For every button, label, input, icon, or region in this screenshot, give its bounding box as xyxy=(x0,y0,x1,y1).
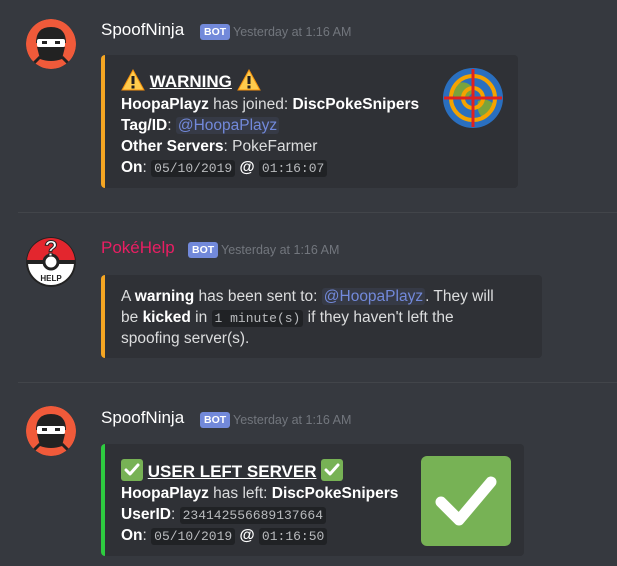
message-divider xyxy=(18,382,617,383)
text-spoofing-servers: spoofing server(s). xyxy=(121,330,250,347)
text-if-not-left: if they haven't left the xyxy=(307,309,454,326)
crosshair-thumbnail[interactable] xyxy=(442,67,504,129)
svg-text:HELP: HELP xyxy=(40,274,62,283)
bot-tag: BOT xyxy=(200,24,231,40)
timestamp: Yesterday at 1:16 AM xyxy=(233,25,352,39)
warning-icon xyxy=(236,68,261,96)
avatar[interactable]: ? HELP xyxy=(26,237,76,287)
time-code: 01:16:07 xyxy=(258,160,328,177)
embed-title-text: USER LEFT SERVER xyxy=(147,462,317,481)
tag-label: Tag/ID xyxy=(121,117,168,134)
warning-icon xyxy=(121,68,145,96)
embed-accent-bar xyxy=(101,55,105,188)
bot-tag: BOT xyxy=(200,412,231,428)
server-name: DiscPokeSnipers xyxy=(271,485,399,502)
check-mark-icon xyxy=(321,459,344,481)
timestamp: Yesterday at 1:16 AM xyxy=(221,243,340,257)
embed-title-text: WARNING xyxy=(149,72,232,91)
timestamp: Yesterday at 1:16 AM xyxy=(233,413,352,427)
embed-line-1: A warning has been sent to: @HoopaPlayz.… xyxy=(121,287,494,307)
check-mark-icon xyxy=(121,459,143,481)
text-warning: warning xyxy=(134,288,195,305)
userid-code: 234142556689137664 xyxy=(179,507,327,524)
embed-line-3: spoofing server(s). xyxy=(121,329,249,349)
userid-label: UserID xyxy=(121,506,171,523)
text-be: be xyxy=(121,309,139,326)
svg-text:?: ? xyxy=(44,237,57,261)
at-sign: @ xyxy=(239,527,255,544)
other-servers-line: Other Servers: PokeFarmer xyxy=(121,138,318,155)
server-name: DiscPokeSnipers xyxy=(292,96,420,113)
on-line: On: 05/10/2019 @ 01:16:50 xyxy=(121,526,328,547)
on-line: On: 05/10/2019 @ 01:16:07 xyxy=(121,158,328,179)
left-text: has left: xyxy=(213,485,268,502)
embed-accent-bar xyxy=(101,275,105,358)
on-label: On xyxy=(121,159,143,176)
tag-line: Tag/ID: @HoopaPlayz xyxy=(121,117,280,134)
other-servers-value: PokeFarmer xyxy=(232,138,318,155)
check-mark-thumbnail[interactable] xyxy=(421,456,511,546)
author-name[interactable]: PokéHelp xyxy=(101,238,175,258)
joined-text: has joined: xyxy=(213,96,289,113)
bot-tag: BOT xyxy=(188,242,219,258)
user-name: HoopaPlayz xyxy=(121,96,209,113)
user-mention[interactable]: @HoopaPlayz xyxy=(321,288,426,305)
author-name[interactable]: SpoofNinja xyxy=(101,20,184,40)
avatar[interactable] xyxy=(26,406,76,456)
text-sent-to: has been sent to: xyxy=(198,288,318,305)
embed-title: WARNING xyxy=(121,68,261,96)
kick-warning-embed: A warning has been sent to: @HoopaPlayz.… xyxy=(101,275,542,358)
text-in: in xyxy=(195,309,208,326)
warning-embed: WARNING HoopaPlayz has joined: DiscPokeS… xyxy=(101,55,518,188)
avatar[interactable] xyxy=(26,19,76,69)
embed-title: USER LEFT SERVER xyxy=(121,459,344,482)
other-servers-label: Other Servers xyxy=(121,138,224,155)
userid-line: UserID: 234142556689137664 xyxy=(121,505,327,526)
user-left-embed: USER LEFT SERVER HoopaPlayz has left: Di… xyxy=(101,444,524,556)
at-sign: @ xyxy=(239,159,255,176)
embed-accent-bar xyxy=(101,444,105,556)
time-code: 01:16:50 xyxy=(258,528,328,545)
date-code: 05/10/2019 xyxy=(151,160,236,177)
text-a: A xyxy=(121,288,131,305)
message-divider xyxy=(18,212,617,213)
text-they-will: . They will xyxy=(425,288,494,305)
author-name[interactable]: SpoofNinja xyxy=(101,408,184,428)
text-kicked: kicked xyxy=(142,309,191,326)
duration-code: 1 minute(s) xyxy=(211,310,304,327)
user-mention[interactable]: @HoopaPlayz xyxy=(175,117,280,134)
date-code: 05/10/2019 xyxy=(151,528,236,545)
joined-line: HoopaPlayz has joined: DiscPokeSnipers xyxy=(121,95,419,115)
embed-line-2: be kicked in 1 minute(s) if they haven't… xyxy=(121,308,454,329)
left-line: HoopaPlayz has left: DiscPokeSnipers xyxy=(121,484,398,504)
user-name: HoopaPlayz xyxy=(121,485,209,502)
on-label: On xyxy=(121,527,143,544)
